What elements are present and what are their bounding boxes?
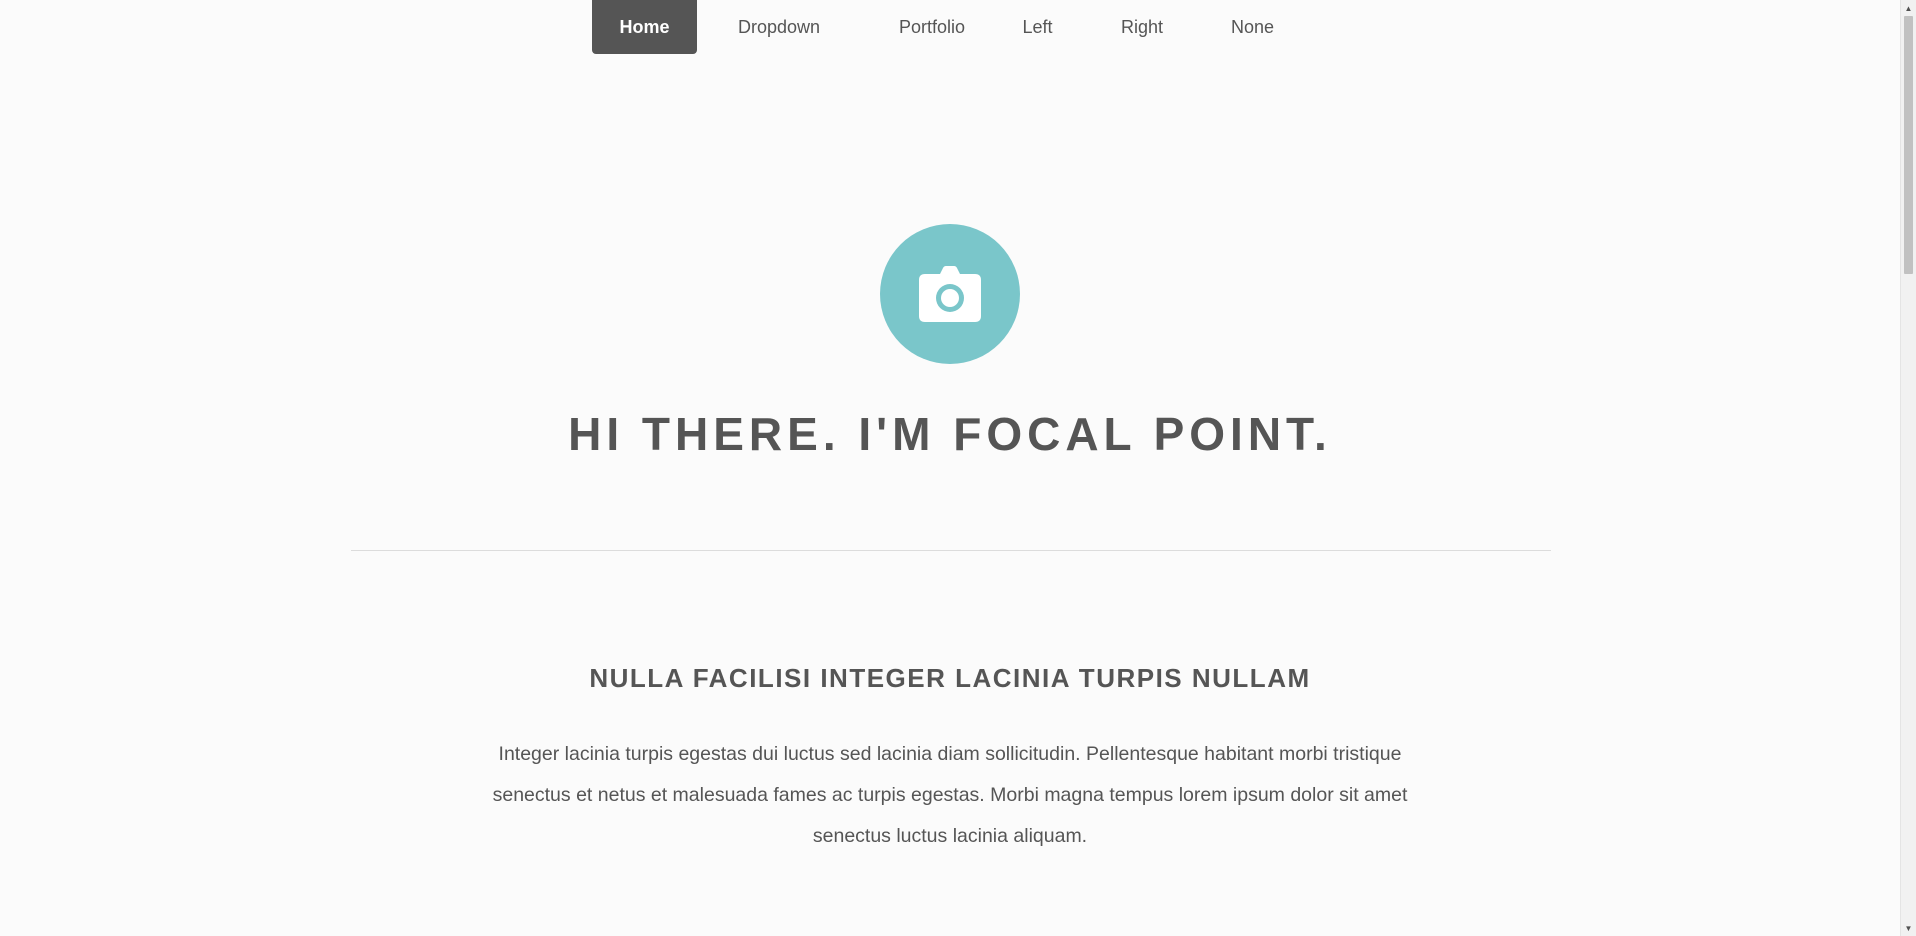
nav-item-portfolio[interactable]: Portfolio [861,0,1003,54]
nav-item-dropdown[interactable]: Dropdown [697,0,861,54]
section-text: Integer lacinia turpis egestas dui luctu… [492,743,1408,847]
scrollbar-thumb[interactable] [1904,16,1913,274]
nav-item-right[interactable]: Right [1072,0,1212,54]
nav-item-label: Dropdown [737,16,821,37]
nav-item-label: Left [1022,16,1053,37]
logo-badge [880,224,1020,364]
hero-title: HI THERE. I'M FOCAL POINT. [568,408,1332,460]
page: Home Dropdown Portfolio Left Right None … [0,0,1900,936]
scroll-down-arrow-icon[interactable]: ▼ [1901,921,1916,935]
nav-item-home[interactable]: Home [592,0,697,54]
camera-icon [919,266,981,322]
section-title: NULLA FACILISI INTEGER LACINIA TURPIS NU… [589,663,1311,693]
nav-item-label: Portfolio [898,16,966,37]
main-navigation: Home Dropdown Portfolio Left Right None [592,0,1293,54]
vertical-scrollbar[interactable]: ▲ ▼ [1900,0,1916,936]
nav-item-label: None [1230,16,1275,37]
nav-item-left[interactable]: Left [1003,0,1072,54]
nav-item-label: Right [1120,16,1164,37]
nav-item-label: Home [619,16,670,37]
nav-item-none[interactable]: None [1212,0,1293,54]
scroll-up-arrow-icon[interactable]: ▲ [1901,1,1916,15]
section-divider [351,550,1551,551]
